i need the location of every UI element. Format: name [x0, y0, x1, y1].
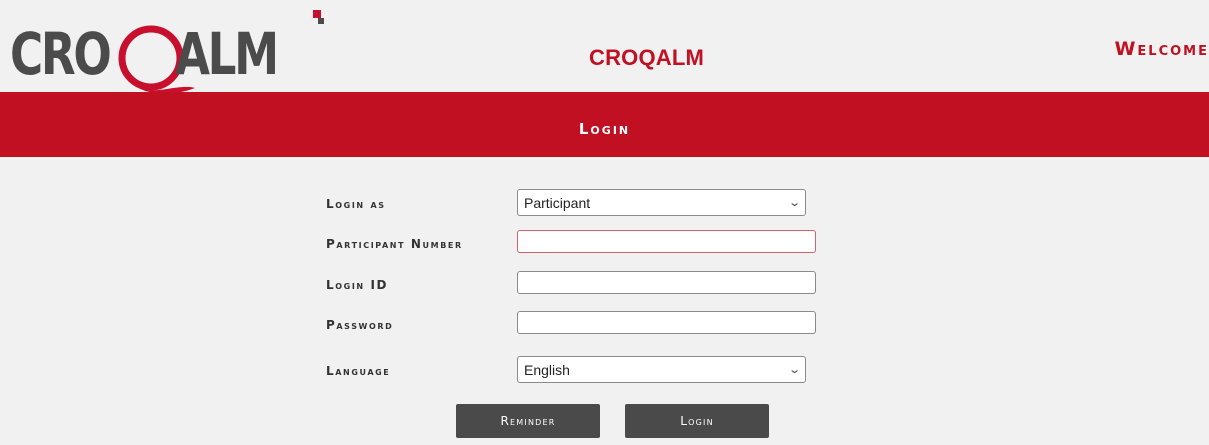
login-id-input[interactable]: [517, 271, 816, 294]
login-id-label: Login ID: [326, 278, 389, 292]
login-as-selected: Participant: [524, 194, 591, 211]
password-label: Password: [326, 318, 394, 332]
header: CRO ALM CROQALM Welcome: [0, 0, 1209, 94]
page-title-band: Login: [0, 92, 1209, 157]
language-label: Language: [326, 364, 391, 378]
logo-text-left: CRO: [10, 20, 112, 88]
participant-number-label: Participant Number: [326, 237, 463, 251]
site-title: CROQALM: [589, 45, 705, 70]
logo-squares: [313, 10, 327, 24]
login-as-label: Login as: [326, 197, 386, 211]
login-page: CRO ALM CROQALM Welcome Login Login as P…: [0, 0, 1209, 445]
chevron-down-icon: ⌄: [787, 197, 801, 209]
participant-number-input[interactable]: [517, 230, 816, 253]
login-as-select[interactable]: Participant ⌄: [517, 189, 806, 216]
chevron-down-icon: ⌄: [787, 364, 801, 376]
welcome-text: Welcome: [1114, 38, 1209, 60]
login-form: Login as Participant ⌄ Participant Numbe…: [0, 157, 1209, 445]
password-input[interactable]: [517, 311, 816, 334]
language-selected: English: [524, 361, 570, 378]
logo-text-right: ALM: [175, 20, 279, 88]
language-select[interactable]: English ⌄: [517, 356, 806, 383]
reminder-button[interactable]: Reminder: [456, 404, 600, 438]
page-title: Login: [578, 119, 631, 138]
login-button[interactable]: Login: [625, 404, 769, 438]
